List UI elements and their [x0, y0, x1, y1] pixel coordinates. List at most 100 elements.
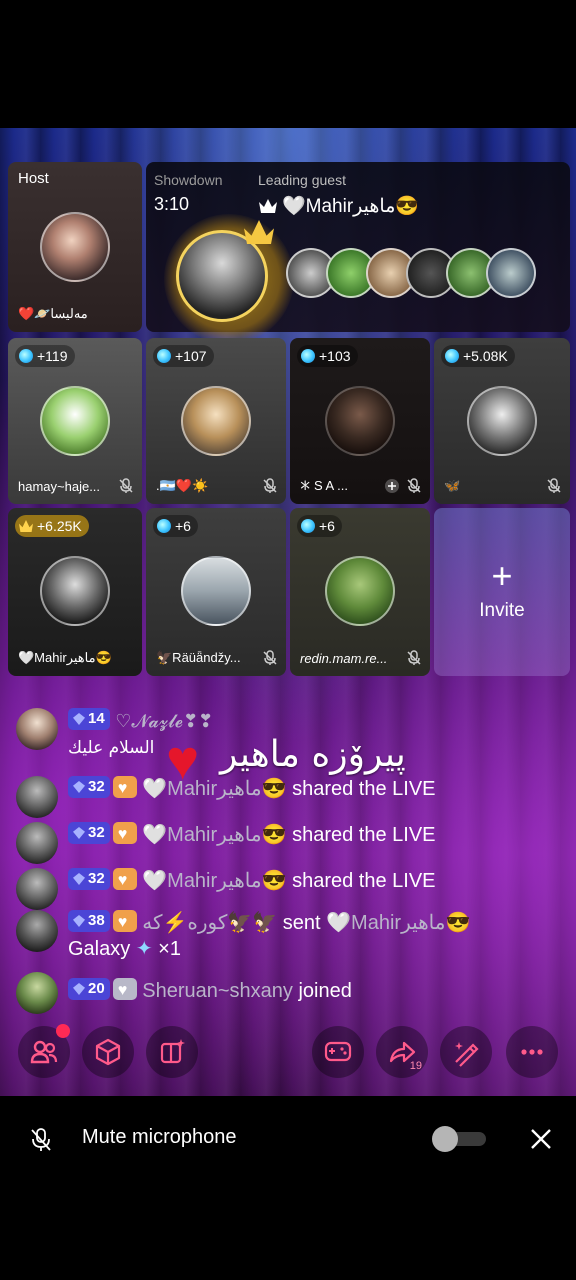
- guest-tile[interactable]: +6.25K 🤍Mahirماهیر😎: [8, 508, 142, 676]
- chat-username[interactable]: Sheruan~shxany: [142, 980, 293, 1002]
- guest-avatar: [325, 386, 395, 456]
- chat-avatar[interactable]: [16, 822, 58, 864]
- level-value: 32: [88, 778, 105, 795]
- guest-tile[interactable]: +107 .🇦🇷❤️☀️: [146, 338, 286, 504]
- guest-tile[interactable]: +6 redin.mam.re...: [290, 508, 430, 676]
- guest-score: +103: [297, 345, 358, 367]
- guest-score-value: +6: [175, 518, 191, 534]
- mic-off-icon: [119, 478, 133, 493]
- leading-guest-label: Leading guest: [258, 172, 346, 188]
- crown-icon: [19, 520, 33, 532]
- chat-avatar[interactable]: [16, 868, 58, 910]
- guest-score: +107: [153, 345, 214, 367]
- diamond-icon: [73, 827, 85, 839]
- fan-heart-icon: [112, 868, 137, 894]
- host-tag: Host: [18, 170, 49, 187]
- level-badge: 32: [68, 776, 110, 798]
- diamond-icon: [73, 873, 85, 885]
- guest-tile[interactable]: +6 🦅Räüǟndžy...: [146, 508, 286, 676]
- game-button[interactable]: [312, 1026, 364, 1078]
- plus-icon: +: [491, 555, 513, 596]
- level-badge: 32: [68, 868, 110, 890]
- chat-username[interactable]: کوره⚡که🦅🦅: [142, 912, 277, 934]
- box-button[interactable]: [82, 1026, 134, 1078]
- add-icon[interactable]: [384, 478, 400, 494]
- guest-tile[interactable]: +103 𐠀 S A ...: [290, 338, 430, 504]
- guest-avatar: [181, 386, 251, 456]
- gift-target[interactable]: 🤍Mahirماهیر😎: [326, 912, 470, 934]
- fan-heart-icon: [112, 910, 137, 936]
- guest-avatar: [181, 556, 251, 626]
- layout-button[interactable]: [146, 1026, 198, 1078]
- mic-off-icon: [263, 650, 277, 665]
- guest-score-value: +5.08K: [463, 348, 508, 364]
- showdown-panel[interactable]: Showdown Leading guest 3:10 🤍Mahirماهیر😎: [146, 162, 570, 344]
- guest-avatar: [467, 386, 537, 456]
- gem-icon: [157, 519, 171, 533]
- guest-score: +6: [153, 515, 198, 537]
- edit-button[interactable]: [440, 1026, 492, 1078]
- mute-toggle[interactable]: [430, 1126, 486, 1152]
- mic-off-icon: [31, 1128, 51, 1151]
- guest-score-value: +119: [37, 348, 68, 364]
- guest-score: +119: [15, 345, 75, 367]
- guest-score-value: +6.25K: [37, 518, 82, 534]
- chat-avatar[interactable]: [16, 776, 58, 818]
- level-badge: 14: [68, 708, 110, 730]
- share-button[interactable]: 19: [376, 1026, 428, 1078]
- guest-score-value: +103: [319, 348, 351, 364]
- overlay-caption: پیرۆزه ماهیر: [220, 734, 406, 775]
- host-tile[interactable]: Host ❤️🪐مەلیسا: [8, 162, 142, 332]
- chat-avatar[interactable]: [16, 972, 58, 1014]
- mic-off-icon: [407, 650, 421, 665]
- diamond-icon: [73, 983, 85, 995]
- chat-message: 38 کوره⚡که🦅🦅 sent 🤍Mahirماهیر😎 Galaxy ✦ …: [16, 910, 470, 962]
- gamepad-icon: [324, 1041, 352, 1062]
- guest-name: 🤍Mahirماهیر😎: [18, 650, 112, 665]
- cube-icon: [95, 1038, 121, 1066]
- guest-tile[interactable]: +119 hamay~haje...: [8, 338, 142, 504]
- level-value: 14: [88, 710, 105, 727]
- heart-sticker-icon: ♥: [166, 728, 200, 791]
- chat-action: joined: [298, 980, 352, 1002]
- diamond-icon: [73, 713, 85, 725]
- notification-dot: [56, 1024, 70, 1038]
- chat-avatar[interactable]: [16, 708, 58, 750]
- guest-name: .🇦🇷❤️☀️: [156, 478, 209, 493]
- guest-tile[interactable]: +5.08K 🦋: [434, 338, 570, 504]
- mute-label: Mute microphone: [82, 1126, 237, 1148]
- showdown-timer: 3:10: [154, 194, 190, 214]
- guest-name: 𐠀 S A ...: [300, 478, 348, 493]
- invite-label: Invite: [479, 600, 525, 621]
- gifter-avatar[interactable]: [486, 248, 536, 298]
- fan-heart-icon: [112, 978, 137, 1004]
- close-icon[interactable]: [528, 1126, 554, 1152]
- gem-icon: [445, 349, 459, 363]
- more-button[interactable]: [506, 1026, 558, 1078]
- guest-avatar: [40, 386, 110, 456]
- diamond-icon: [73, 781, 85, 793]
- chat-action: shared the LIVE: [292, 778, 436, 800]
- leading-guest-name: 🤍Mahirماهیر😎: [282, 196, 420, 217]
- level-value: 20: [88, 980, 105, 997]
- bottom-toolbar: 19: [0, 1026, 576, 1080]
- gem-icon: [157, 349, 171, 363]
- chat-username[interactable]: 🤍Mahirماهیر😎: [142, 824, 286, 846]
- chat-action: shared the LIVE: [292, 870, 436, 892]
- magic-wand-icon: [455, 1042, 479, 1067]
- showdown-label: Showdown: [154, 172, 223, 188]
- level-value: 38: [88, 912, 105, 929]
- guest-name: 🦅Räüǟndžy...: [156, 650, 241, 665]
- galaxy-gift-icon: ✦: [135, 938, 153, 960]
- chat-username[interactable]: 🤍Mahirماهیر😎: [142, 870, 286, 892]
- chat-avatar[interactable]: [16, 910, 58, 952]
- chat-message: 32 🤍Mahirماهیر😎 shared the LIVE: [16, 822, 436, 864]
- fan-heart-icon: [112, 822, 137, 848]
- invite-button[interactable]: + Invite: [434, 508, 570, 676]
- guest-score-value: +6: [319, 518, 335, 534]
- guest-score: +5.08K: [441, 345, 515, 367]
- leading-guest: 🤍Mahirماهیر😎: [258, 194, 419, 218]
- guest-score: +6: [297, 515, 342, 537]
- host-name: ❤️🪐مەلیسا: [18, 306, 88, 321]
- gem-icon: [301, 519, 315, 533]
